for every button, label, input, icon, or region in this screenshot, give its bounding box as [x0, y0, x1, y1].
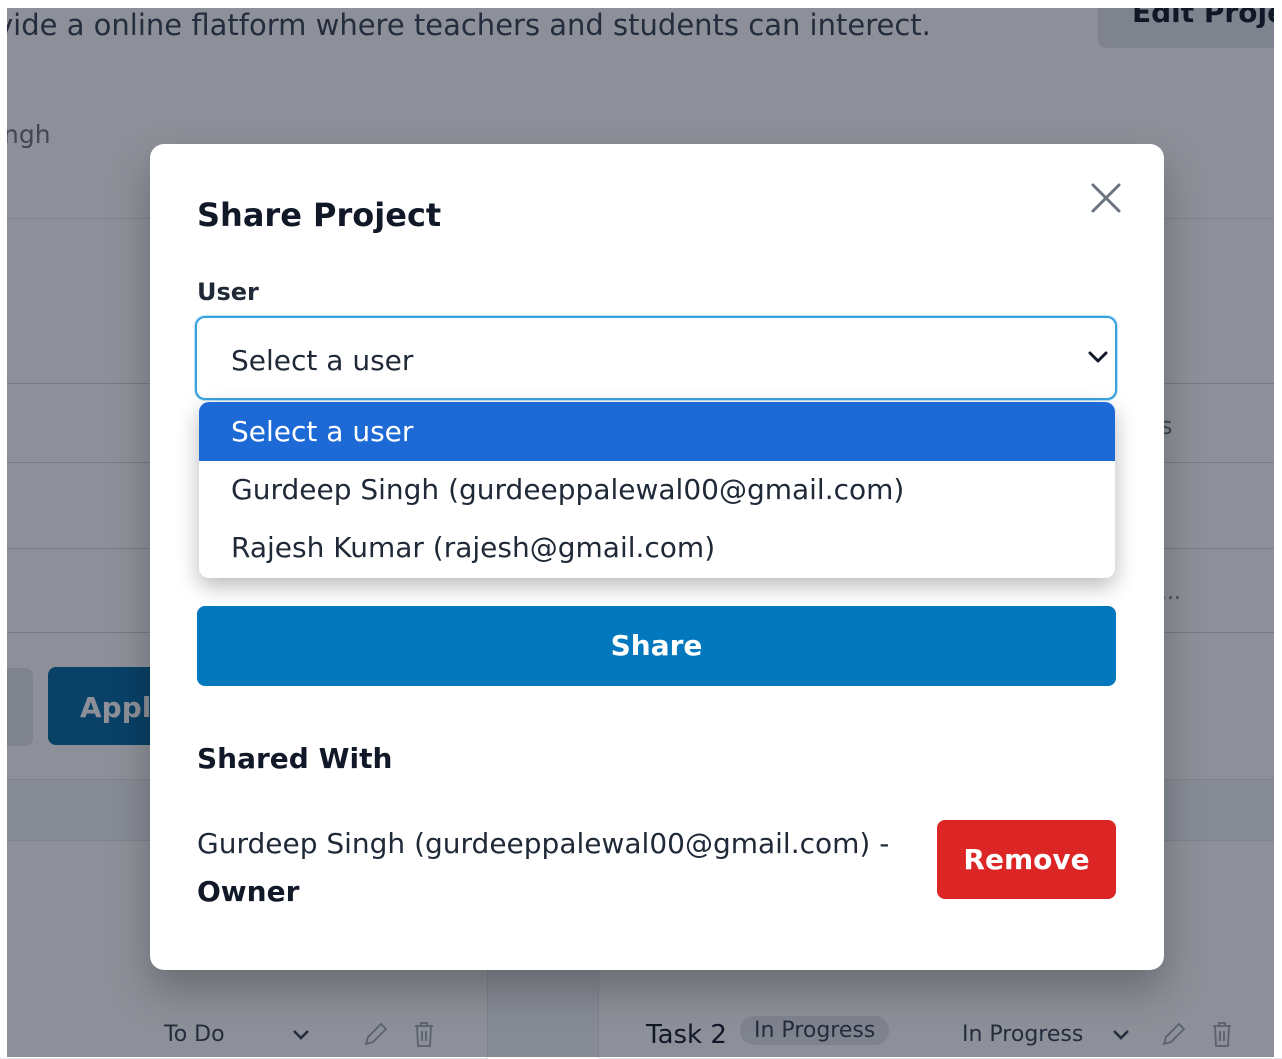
remove-button[interactable]: Remove [937, 820, 1116, 899]
window-edge [0, 0, 7, 1057]
share-button[interactable]: Share [197, 606, 1116, 686]
user-option-gurdeep[interactable]: Gurdeep Singh (gurdeeppalewal00@gmail.co… [199, 461, 1115, 519]
user-select[interactable]: Select a user [195, 316, 1117, 400]
user-select-value: Select a user [231, 344, 414, 377]
user-field-label: User [197, 278, 259, 306]
share-project-modal: Share Project User Select a user Select … [150, 144, 1164, 970]
window-edge [0, 0, 1282, 8]
close-icon[interactable] [1088, 180, 1124, 216]
chevron-down-icon [1088, 351, 1108, 363]
window-edge [1274, 0, 1282, 1057]
shared-with-heading: Shared With [197, 742, 393, 775]
shared-user-name: Gurdeep Singh (gurdeeppalewal00@gmail.co… [197, 827, 890, 860]
user-select-dropdown: Select a user Gurdeep Singh (gurdeeppale… [199, 402, 1115, 578]
modal-title: Share Project [197, 196, 442, 234]
user-option-rajesh[interactable]: Rajesh Kumar (rajesh@gmail.com) [199, 519, 1115, 577]
shared-user-entry: Gurdeep Singh (gurdeeppalewal00@gmail.co… [197, 820, 917, 916]
shared-user-role: Owner [197, 875, 300, 908]
user-option-placeholder[interactable]: Select a user [199, 402, 1115, 461]
